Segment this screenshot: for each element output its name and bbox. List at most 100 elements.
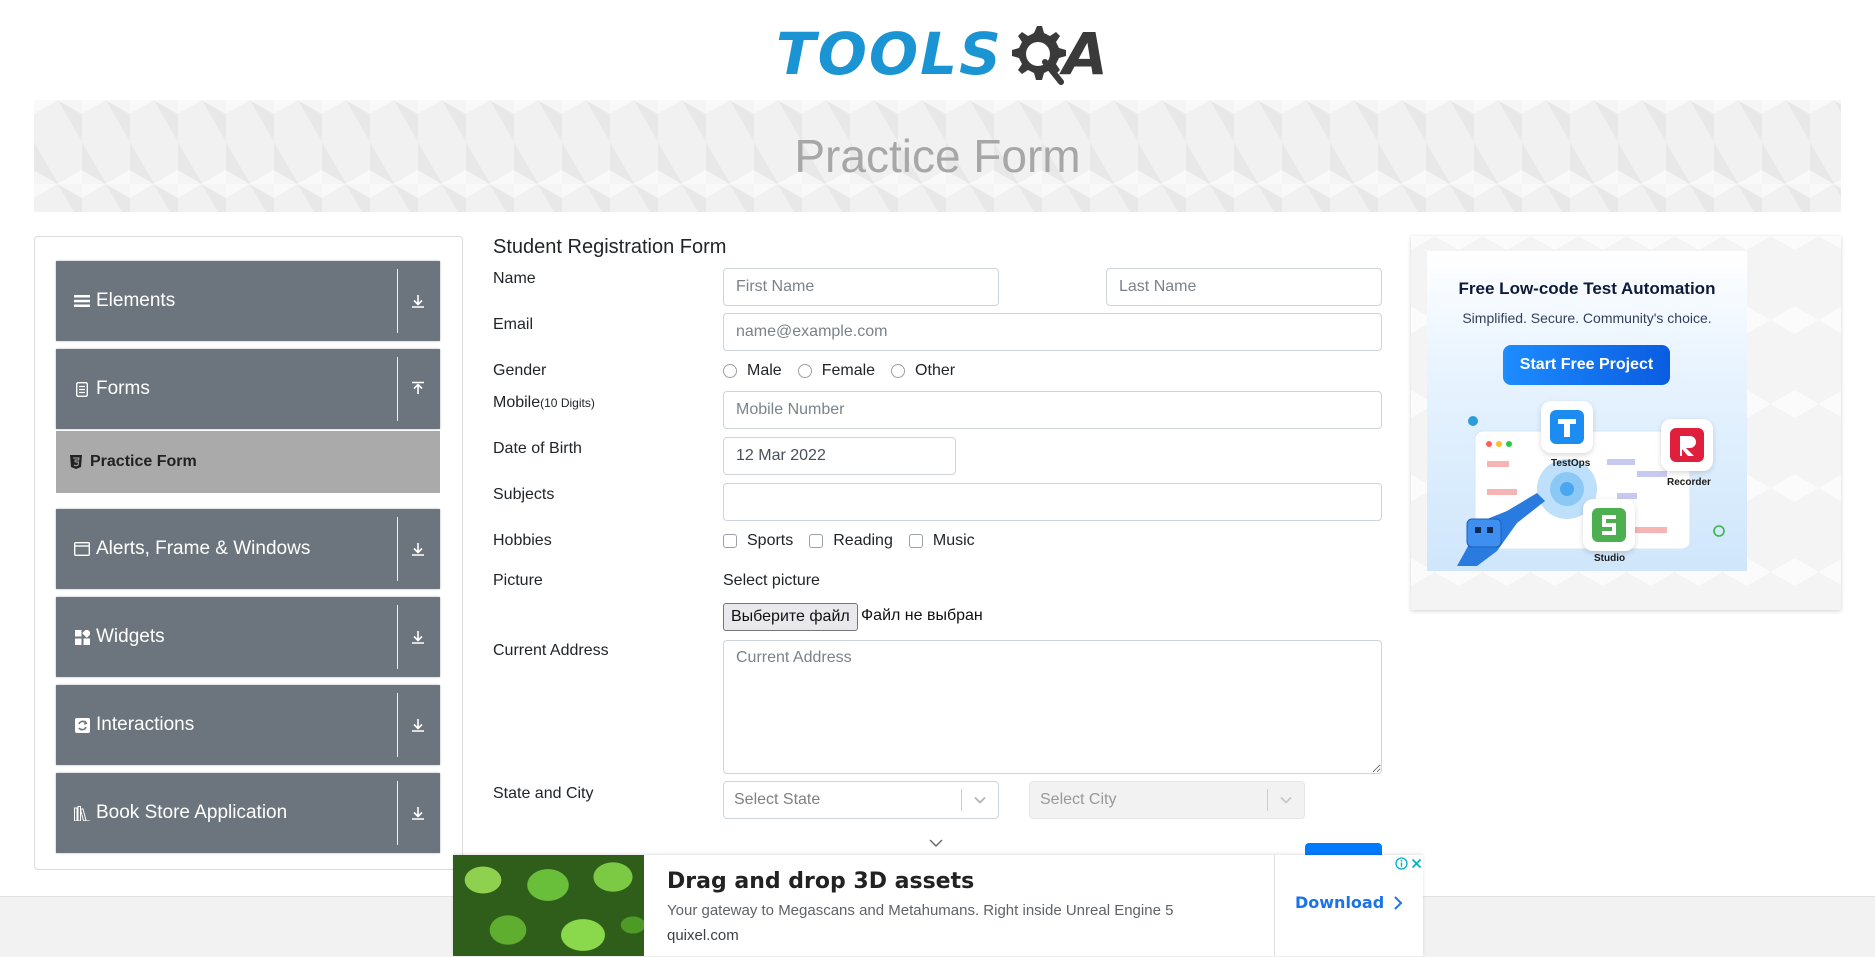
date-of-birth-input[interactable] (723, 437, 956, 475)
radio-label: Other (915, 362, 956, 379)
ad-download-label: Download (1295, 893, 1385, 912)
download-arrow-icon[interactable] (404, 597, 432, 677)
checkbox[interactable] (809, 534, 824, 548)
mobile-input[interactable] (723, 391, 1382, 429)
radio-button[interactable] (723, 364, 737, 378)
email-label: Email (493, 316, 534, 333)
gender-other-option[interactable]: Other (891, 362, 955, 380)
divider (397, 517, 398, 581)
city-select-placeholder: Select City (1040, 791, 1117, 808)
interactions-icon (72, 715, 92, 735)
hobbies-label: Hobbies (493, 532, 552, 549)
close-icon[interactable] (1410, 857, 1423, 870)
page-banner: Practice Form (34, 100, 1841, 212)
html5-icon (70, 455, 84, 469)
testops-icon (1550, 410, 1584, 444)
ad-start-project-button[interactable]: Start Free Project (1503, 345, 1670, 385)
ad-headline[interactable]: Drag and drop 3D assets (667, 869, 974, 894)
sidebar-group-alerts[interactable]: Alerts, Frame & Windows (56, 509, 440, 589)
radio-button[interactable] (797, 364, 812, 378)
gender-male-option[interactable]: Male (723, 362, 782, 380)
download-arrow-icon[interactable] (404, 685, 432, 765)
checkbox-label: Sports (747, 532, 794, 549)
sidebar: Elements Forms Practice Form Alerts, Fra… (34, 236, 463, 870)
form-title: Student Registration Form (493, 236, 727, 258)
ad-domain: quixel.com (667, 927, 739, 944)
checkbox[interactable] (908, 534, 923, 548)
state-select[interactable]: Select State (723, 781, 999, 819)
sidebar-group-interactions[interactable]: Interactions (56, 685, 440, 765)
side-advertisement[interactable]: Free Low-code Test Automation Simplified… (1411, 236, 1841, 610)
checkbox-label: Reading (833, 532, 893, 549)
file-status: Файл не выбран (861, 607, 983, 624)
ad-leaves-image[interactable] (453, 855, 644, 956)
name-label: Name (493, 270, 536, 287)
toolsqa-logo[interactable]: TOOLS A (776, 14, 1108, 94)
ad-title: Free Low-code Test Automation (1458, 279, 1716, 298)
page-title: Practice Form (794, 130, 1081, 182)
books-icon (72, 803, 92, 823)
sidebar-group-forms[interactable]: Forms (56, 349, 440, 429)
download-arrow-icon[interactable] (404, 773, 432, 853)
radio-label: Female (821, 362, 876, 379)
ad-download-link[interactable]: Download (1295, 893, 1406, 912)
sidebar-group-label: Interactions (96, 714, 195, 735)
recorder-tile (1661, 419, 1713, 471)
checkbox-label: Music (932, 532, 975, 549)
chevron-down-icon[interactable] (929, 838, 943, 848)
divider (1274, 855, 1275, 956)
bottom-advertisement[interactable]: Drag and drop 3D assets Your gateway to … (453, 855, 1423, 956)
hobby-music-option[interactable]: Music (908, 532, 975, 550)
subjects-label: Subjects (493, 486, 555, 503)
sidebar-item-label: Practice Form (90, 453, 197, 470)
email-input[interactable] (723, 313, 1382, 351)
sidebar-group-book-store[interactable]: Book Store Application (56, 773, 440, 853)
state-city-label: State and City (493, 785, 594, 802)
subjects-input[interactable] (723, 483, 1382, 521)
select-picture-text: Select picture (723, 572, 820, 589)
picture-label: Picture (493, 572, 543, 589)
divider (397, 269, 398, 333)
window-icon (72, 539, 92, 559)
city-select[interactable]: Select City (1029, 781, 1305, 819)
divider (397, 605, 398, 669)
state-select-placeholder: Select State (734, 791, 821, 808)
ad-info-icon[interactable] (1395, 856, 1408, 870)
download-arrow-icon[interactable] (404, 261, 432, 341)
checkbox[interactable] (723, 534, 737, 548)
ad-subtitle: Simplified. Secure. Community's choice. (1462, 310, 1712, 326)
gender-female-option[interactable]: Female (797, 362, 876, 380)
ad-card[interactable]: Free Low-code Test Automation Simplified… (1427, 251, 1747, 571)
current-address-label: Current Address (493, 642, 609, 659)
first-name-input[interactable] (723, 268, 999, 306)
mobile-label-text: Mobile (493, 394, 541, 411)
sidebar-group-elements[interactable]: Elements (56, 261, 440, 341)
studio-label: Studio (1594, 553, 1626, 564)
sidebar-group-label: Forms (96, 378, 150, 399)
ad-controls (1393, 855, 1423, 871)
hobby-sports-option[interactable]: Sports (723, 532, 793, 550)
document-icon (72, 379, 92, 399)
current-address-textarea[interactable] (723, 640, 1382, 774)
sidebar-group-widgets[interactable]: Widgets (56, 597, 440, 677)
ad-description: Your gateway to Megascans and Metahumans… (667, 902, 1174, 919)
sidebar-group-label: Alerts, Frame & Windows (96, 538, 311, 559)
gender-label: Gender (493, 362, 547, 379)
sidebar-item-practice-form[interactable]: Practice Form (56, 431, 440, 493)
mobile-label: Mobile(10 Digits) (493, 394, 595, 412)
sidebar-group-label: Widgets (96, 626, 165, 647)
last-name-input[interactable] (1106, 268, 1382, 306)
hobby-reading-option[interactable]: Reading (809, 532, 893, 550)
divider (397, 781, 398, 845)
choose-file-button[interactable]: Выберите файл (723, 603, 858, 631)
chevron-down-icon[interactable] (962, 795, 998, 805)
recorder-icon (1670, 428, 1704, 462)
recorder-label: Recorder (1667, 477, 1711, 488)
radio-button[interactable] (891, 364, 906, 378)
chevron-down-icon[interactable] (1268, 795, 1304, 805)
download-arrow-icon[interactable] (404, 509, 432, 589)
divider (397, 357, 398, 421)
dob-label: Date of Birth (493, 440, 582, 457)
testops-label: TestOps (1551, 458, 1591, 469)
upload-arrow-icon[interactable] (404, 349, 432, 429)
